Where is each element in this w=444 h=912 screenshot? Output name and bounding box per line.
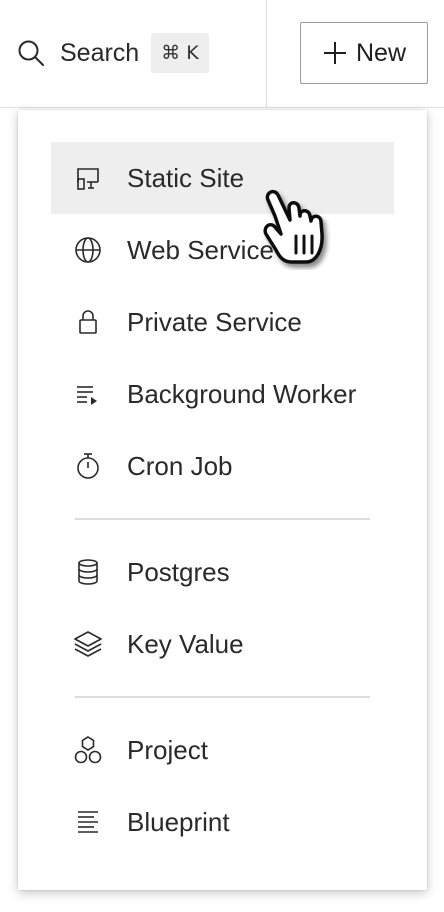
menu-item-cron-job[interactable]: Cron Job — [51, 430, 394, 502]
menu-item-background-worker[interactable]: Background Worker — [51, 358, 394, 430]
menu-item-label: Web Service — [127, 235, 274, 265]
static-site-icon — [77, 168, 99, 190]
menu-divider — [75, 518, 370, 520]
menu-item-label: Project — [127, 735, 208, 765]
search-icon — [18, 40, 44, 66]
menu-item-web-service[interactable]: Web Service — [51, 214, 394, 286]
keyboard-shortcut-badge: ⌘ K — [151, 33, 209, 73]
search-button[interactable]: Search ⌘ K — [16, 30, 209, 76]
stopwatch-icon — [77, 453, 99, 479]
menu-item-label: Key Value — [127, 629, 244, 659]
plus-icon — [323, 42, 346, 64]
toolbar-divider — [266, 0, 267, 108]
background-worker-icon — [77, 386, 97, 405]
menu-item-label: Private Service — [127, 307, 302, 337]
menu-divider — [75, 696, 370, 698]
lock-icon — [79, 310, 97, 334]
menu-item-label: Postgres — [127, 557, 230, 587]
project-icon — [74, 736, 102, 764]
command-key-symbol: ⌘ — [161, 42, 181, 64]
menu-item-project[interactable]: Project — [51, 714, 394, 786]
menu-item-private-service[interactable]: Private Service — [51, 286, 394, 358]
menu-item-label: Blueprint — [127, 807, 230, 837]
new-resource-dropdown-menu: Static Site Web Service Private Service … — [18, 110, 427, 890]
new-button[interactable]: New — [300, 22, 428, 84]
layers-icon — [74, 631, 102, 657]
menu-item-postgres[interactable]: Postgres — [51, 536, 394, 608]
new-button-label: New — [355, 38, 406, 67]
menu-item-label: Static Site — [127, 163, 245, 193]
globe-icon — [75, 237, 101, 263]
top-bar: Search ⌘ K New — [0, 0, 444, 108]
blueprint-icon — [78, 811, 98, 833]
menu-item-key-value[interactable]: Key Value — [51, 608, 394, 680]
shortcut-key: K — [186, 42, 199, 64]
menu-item-blueprint[interactable]: Blueprint — [51, 786, 394, 858]
menu-item-static-site[interactable]: Static Site — [51, 142, 394, 214]
menu-item-label: Background Worker — [127, 379, 357, 409]
search-label: Search — [60, 38, 140, 67]
menu-item-label: Cron Job — [127, 451, 233, 481]
database-icon — [78, 559, 98, 585]
